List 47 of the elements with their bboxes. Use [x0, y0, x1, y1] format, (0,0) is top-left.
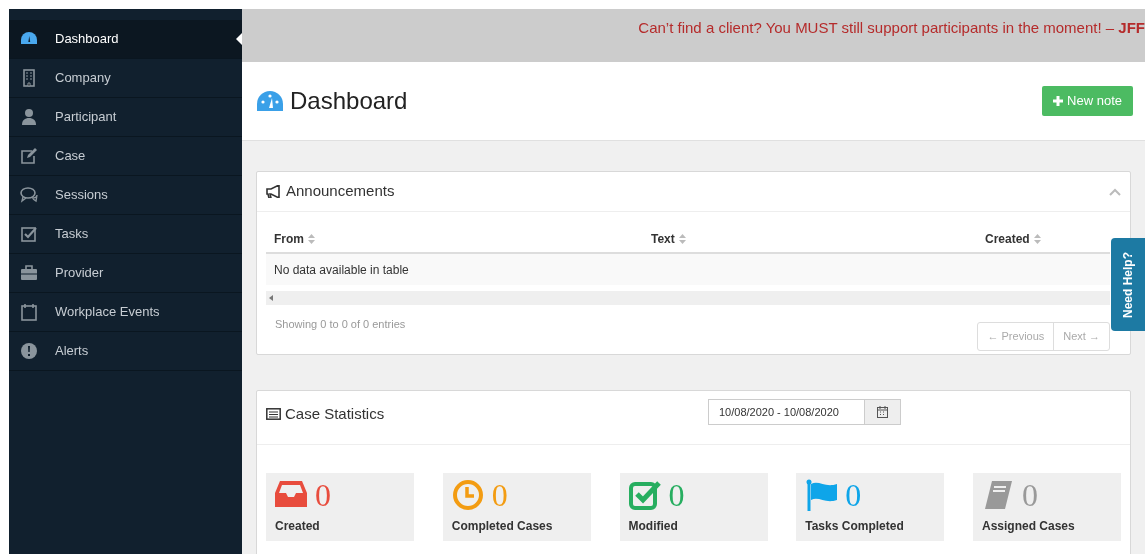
stat-label: Created [275, 518, 321, 535]
column-header[interactable]: Created [985, 230, 1041, 248]
briefcase-icon [20, 264, 38, 282]
megaphone-icon [266, 185, 282, 198]
sidebar-item[interactable]: Tasks [9, 215, 242, 254]
stat-label: Tasks Completed [805, 518, 905, 535]
stat-value: 0 [491, 479, 508, 511]
edit-icon [20, 147, 38, 165]
stat-label: Completed Cases [451, 518, 554, 535]
table-cell: No data available in table [266, 254, 1110, 285]
sidebar-item[interactable]: Provider [9, 254, 242, 293]
sidebar-item[interactable]: Workplace Events [9, 293, 242, 332]
plus-icon [1053, 96, 1064, 106]
notice-text: Can’t find a client? You MUST still support participants in the moment! – JFF [638, 18, 1145, 39]
horizontal-scrollbar[interactable] [266, 291, 1110, 305]
sidebar-item[interactable]: Dashboard [9, 20, 242, 59]
calendar-button[interactable] [865, 399, 901, 425]
sort-icon [308, 234, 315, 244]
need-help-tab[interactable]: Need Help? [1111, 238, 1145, 331]
chat-icon [20, 186, 38, 204]
sidebar-item[interactable]: Participant [9, 98, 242, 137]
stat-label: Modified [628, 518, 679, 535]
table-info: Showing 0 to 0 of 0 entries [274, 317, 406, 332]
scroll-left-icon[interactable] [269, 295, 273, 301]
panel-title: Announcements [286, 181, 395, 202]
stat-value: 0 [315, 479, 331, 511]
column-header[interactable]: Text [651, 230, 686, 248]
stat-label: Assigned Cases [982, 518, 1076, 535]
sidebar-item[interactable]: Company [9, 59, 242, 98]
calendar-icon [877, 406, 888, 418]
date-range-field[interactable]: 10/08/2020 - 10/08/2020 [708, 399, 865, 425]
sidebar-item[interactable]: Alerts [9, 332, 242, 371]
calendar-icon [20, 303, 38, 321]
stat-value: 0 [1022, 479, 1038, 511]
sort-icon [1033, 234, 1041, 244]
stat-value: 0 [668, 479, 685, 511]
alert-icon [20, 342, 38, 360]
sort-icon [678, 234, 686, 244]
panel-title: Case Statistics [285, 404, 385, 424]
list-icon [266, 408, 281, 421]
building-icon [20, 69, 38, 87]
user-icon [20, 108, 38, 126]
column-header[interactable]: From [274, 230, 315, 248]
stat-value: 0 [845, 479, 862, 511]
checkbox-icon [20, 225, 38, 243]
page-title: Dashboard [290, 86, 408, 116]
dashboard-icon [256, 90, 284, 112]
